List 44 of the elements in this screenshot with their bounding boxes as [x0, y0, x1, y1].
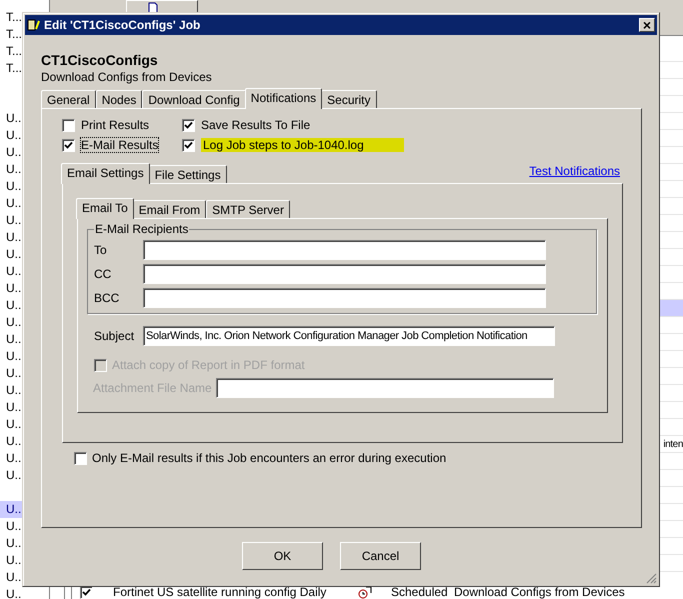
resize-grip-icon [646, 573, 657, 584]
window-title: Edit 'CT1CiscoConfigs' Job [44, 17, 202, 34]
checkbox-label: E-Mail Results [81, 138, 158, 152]
dialog-button[interactable]: Cancel [340, 542, 421, 570]
table-cell-text: Download Configs from Devices [454, 584, 625, 599]
field-label: To [94, 242, 108, 259]
group-title: E-Mail Recipients [94, 222, 190, 236]
tab[interactable]: Security [321, 90, 377, 108]
table-cell-text: Scheduled [391, 584, 449, 599]
checkbox-label: Only E-Mail results if this Job encounters an error during execution [92, 450, 446, 467]
text-field[interactable] [143, 288, 546, 308]
tab[interactable]: General [41, 90, 96, 108]
close-button[interactable]: × [639, 18, 655, 32]
tab[interactable]: Email From [132, 200, 206, 218]
tab[interactable]: Email To [76, 198, 134, 219]
text-field[interactable] [143, 240, 546, 260]
checkbox[interactable] [74, 452, 87, 464]
list-item[interactable]: U.. [0, 586, 49, 599]
table-cell-text: Fortinet US satellite running config Daily [113, 584, 328, 599]
tab[interactable]: Nodes [96, 90, 142, 108]
checkbox[interactable] [62, 118, 75, 132]
text-field[interactable]: SolarWinds, Inc. Orion Network Configuration Manager Job Completion Notification [143, 326, 555, 346]
checkbox-label: Save Results To File [201, 118, 310, 132]
field-label: Subject [94, 328, 136, 345]
checkbox[interactable] [62, 138, 75, 152]
field-label: CC [94, 266, 112, 283]
checkbox-label: Log Job steps to Job-1040.log [201, 138, 404, 152]
tab[interactable]: Notifications [244, 88, 322, 109]
job-description: Download Configs from Devices [41, 70, 212, 84]
tab[interactable]: Download Config [142, 90, 246, 108]
dialog-button[interactable]: OK [242, 542, 323, 570]
text-field[interactable] [143, 264, 546, 284]
tab[interactable]: SMTP Server [206, 200, 290, 218]
text-field[interactable] [216, 378, 554, 398]
checkbox-label: Print Results [81, 118, 150, 132]
tab[interactable]: Email Settings [61, 163, 150, 184]
test-notifications-link[interactable]: Test Notifications [529, 162, 620, 180]
job-name: CT1CiscoConfigs [41, 52, 158, 68]
table-cell-text: inten [663, 438, 683, 452]
app-icon [27, 18, 41, 32]
checkbox[interactable] [182, 138, 195, 152]
field-label: BCC [94, 290, 120, 307]
tab[interactable]: File Settings [148, 165, 227, 183]
checkbox[interactable] [182, 118, 195, 132]
